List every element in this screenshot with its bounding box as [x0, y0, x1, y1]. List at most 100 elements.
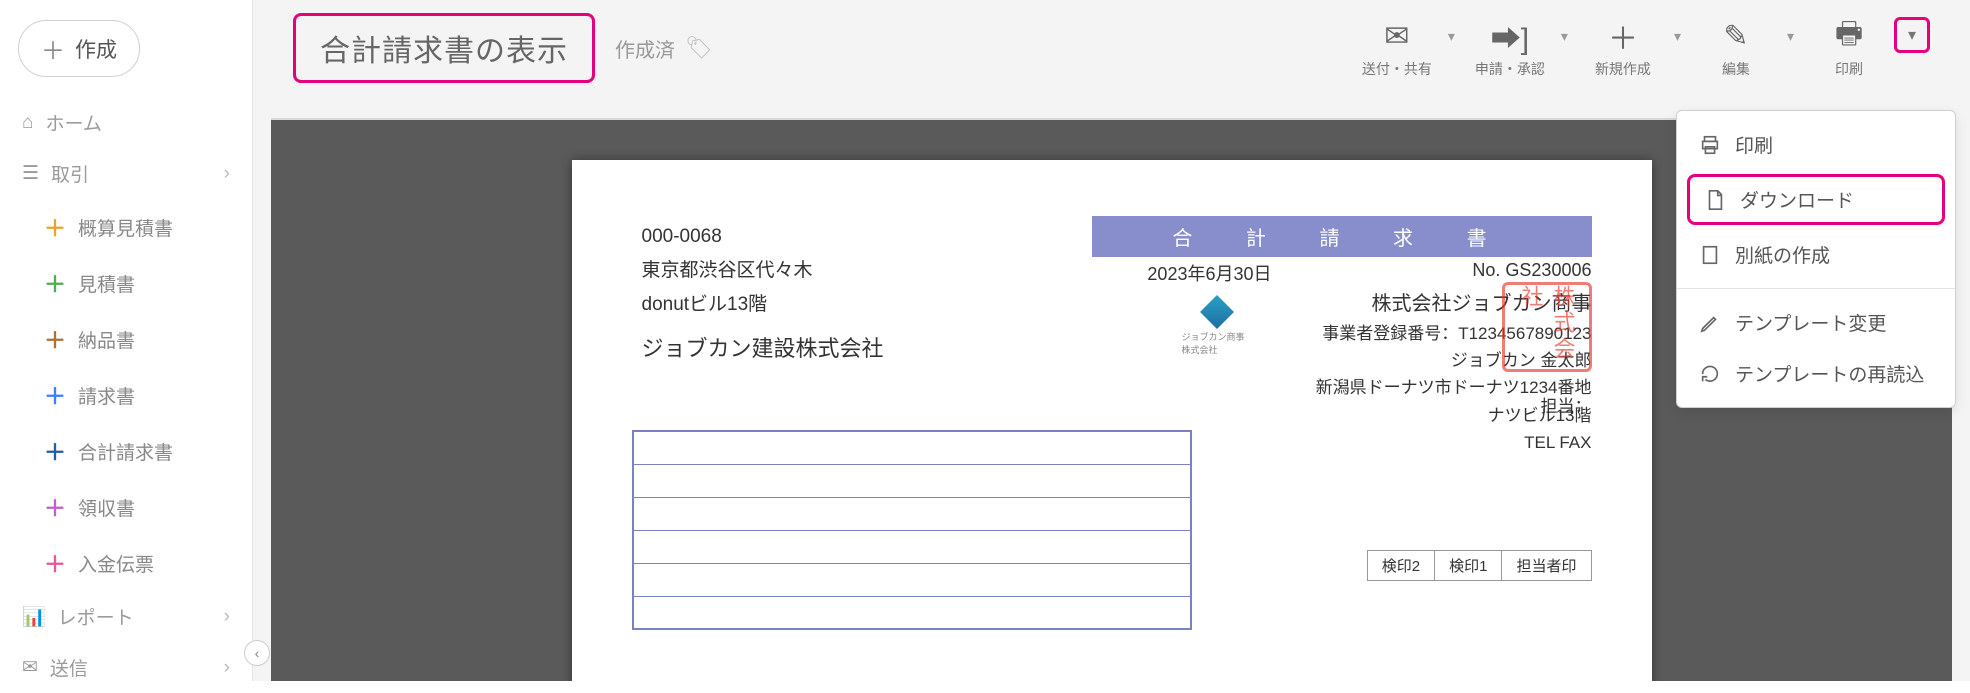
sidebar-sub-total-invoice[interactable]: ＋ 合計請求書	[0, 423, 252, 479]
sidebar-item-label: レポート	[58, 603, 134, 630]
toolbar-apply-approve[interactable]: ⮕] 申請・承認	[1465, 17, 1555, 79]
approval-stamp-table: 検印2 検印1 担当者印	[1367, 550, 1592, 581]
document-number: No. GS230006	[1472, 260, 1591, 281]
sidebar-item-label: 概算見積書	[78, 214, 173, 241]
plus-icon: ＋	[44, 267, 64, 299]
sidebar-sub-receipt[interactable]: ＋ 領収書	[0, 479, 252, 535]
company-seal: 株式会社	[1502, 282, 1592, 372]
toolbar-create-new[interactable]: ＋ 新規作成	[1578, 17, 1668, 79]
sidebar-item-label: 領収書	[78, 494, 135, 521]
document-date: 2023年6月30日	[1147, 260, 1271, 286]
sidebar-toggle-button[interactable]: ‹	[244, 640, 270, 666]
dropdown-label: テンプレート変更	[1735, 309, 1886, 336]
toolbar-print-caret[interactable]: ▾	[1894, 17, 1930, 53]
plus-icon: ＋	[44, 379, 64, 411]
printer-icon	[1699, 134, 1721, 156]
page-header: 合計請求書の表示 作成済 🏷 ✉ 送付・共有 ▾ ⮕] 申請・承認 ▾ ＋	[253, 0, 1970, 118]
dropdown-template-change[interactable]: テンプレート変更	[1677, 297, 1955, 348]
sender-contact: 担当：	[1541, 392, 1592, 417]
recipient-addr1: 東京都渋谷区代々木	[642, 254, 884, 288]
sidebar-item-label: 請求書	[78, 382, 135, 409]
sidebar-item-send[interactable]: ✉ 送信 ›	[0, 642, 252, 693]
plus-icon: ＋	[41, 31, 65, 66]
logo-cube-icon	[1200, 295, 1234, 329]
pencil-icon	[1699, 312, 1721, 334]
toolbar-send-share[interactable]: ✉ 送付・共有	[1352, 17, 1442, 79]
sidebar-list: ⌂ ホーム ☰ 取引 › ＋ 概算見積書 ＋ 見積書 ＋ 納品書 ＋ 請求書 ＋ 合計請求…	[0, 97, 252, 693]
download-icon	[1704, 189, 1726, 211]
envelope-icon: ✉	[1384, 17, 1409, 55]
document-page: 000-0068 東京都渋谷区代々木 donutビル13階 ジョブカン建設株式会…	[572, 160, 1652, 681]
toolbar-label: 新規作成	[1595, 59, 1651, 79]
plus-icon: ＋	[44, 435, 64, 467]
dropdown-template-reload[interactable]: テンプレートの再読込	[1677, 348, 1955, 399]
reload-icon	[1699, 363, 1721, 385]
toolbar-label: 申請・承認	[1475, 59, 1545, 79]
stamp-col: 検印1	[1435, 551, 1502, 581]
sidebar-item-label: 見積書	[78, 270, 135, 297]
logo-text: ジョブカン商事株式会社	[1182, 330, 1252, 356]
tag-icon[interactable]: 🏷	[685, 35, 713, 61]
plus-icon: ＋	[44, 491, 64, 523]
dropdown-label: 印刷	[1735, 131, 1773, 158]
home-icon: ⌂	[22, 112, 33, 134]
stamp-col: 担当者印	[1502, 551, 1591, 581]
recipient-block: 000-0068 東京都渋谷区代々木 donutビル13階 ジョブカン建設株式会…	[642, 220, 884, 368]
pencil-icon: ✎	[1723, 17, 1748, 55]
sidebar-item-home[interactable]: ⌂ ホーム	[0, 97, 252, 148]
chevron-right-icon: ›	[224, 657, 230, 679]
toolbar-edit[interactable]: ✎ 編集	[1691, 17, 1781, 79]
list-icon: ☰	[22, 162, 39, 185]
sidebar-item-transactions[interactable]: ☰ 取引 ›	[0, 148, 252, 199]
dropdown-download[interactable]: ダウンロード	[1687, 174, 1945, 225]
main-area: 合計請求書の表示 作成済 🏷 ✉ 送付・共有 ▾ ⮕] 申請・承認 ▾ ＋	[253, 0, 1970, 681]
sidebar-item-label: 合計請求書	[78, 438, 173, 465]
sidebar-item-label: 納品書	[78, 326, 135, 353]
page-title: 合計請求書の表示	[293, 13, 595, 83]
dropdown-print[interactable]: 印刷	[1677, 119, 1955, 170]
toolbar-print[interactable]: 🖶 印刷	[1804, 17, 1894, 79]
plus-icon: ＋	[44, 323, 64, 355]
printer-icon: 🖶	[1835, 17, 1863, 55]
company-logo: ジョブカン商事株式会社	[1182, 300, 1252, 360]
plus-icon: ＋	[44, 547, 64, 579]
plus-icon: ＋	[1608, 17, 1638, 55]
create-button[interactable]: ＋ 作成	[18, 20, 140, 77]
chevron-right-icon: ›	[224, 163, 230, 185]
sidebar-sub-rough-estimate[interactable]: ＋ 概算見積書	[0, 199, 252, 255]
sidebar-sub-delivery-note[interactable]: ＋ 納品書	[0, 311, 252, 367]
status-badge: 作成済	[615, 34, 675, 63]
toolbar-label: 送付・共有	[1362, 59, 1432, 79]
dropdown-label: 別紙の作成	[1735, 241, 1830, 268]
dropdown-label: テンプレートの再読込	[1735, 360, 1924, 387]
sender-telfax: TEL FAX	[1316, 429, 1592, 456]
caret-down-icon[interactable]: ▾	[1674, 17, 1681, 55]
caret-down-icon[interactable]: ▾	[1787, 17, 1794, 55]
sidebar-item-label: 取引	[51, 160, 89, 187]
mail-icon: ✉	[22, 656, 38, 679]
chevron-right-icon: ›	[224, 606, 230, 628]
plus-icon: ＋	[44, 211, 64, 243]
memo-box	[632, 430, 1192, 630]
recipient-addr2: donutビル13階	[642, 288, 884, 322]
sidebar-sub-estimate[interactable]: ＋ 見積書	[0, 255, 252, 311]
document-title-bar: 合 計 請 求 書	[1092, 216, 1592, 257]
page-icon	[1699, 244, 1721, 266]
report-icon: 📊	[22, 605, 46, 629]
stamp-col: 検印2	[1367, 551, 1434, 581]
sidebar-item-label: ホーム	[45, 109, 101, 136]
sidebar-item-label: 入金伝票	[78, 550, 154, 577]
forward-icon: ⮕]	[1491, 17, 1529, 55]
sidebar-sub-deposit-slip[interactable]: ＋ 入金伝票	[0, 535, 252, 591]
dropdown-label: ダウンロード	[1740, 186, 1854, 213]
caret-down-icon[interactable]: ▾	[1448, 17, 1455, 55]
recipient-name: ジョブカン建設株式会社	[642, 329, 884, 369]
dropdown-attachment[interactable]: 別紙の作成	[1677, 229, 1955, 280]
sidebar-sub-invoice[interactable]: ＋ 請求書	[0, 367, 252, 423]
recipient-postal: 000-0068	[642, 220, 884, 254]
print-dropdown: 印刷 ダウンロード 別紙の作成 テンプレート変更 テンプレートの再読込	[1676, 110, 1956, 408]
toolbar-label: 印刷	[1835, 59, 1863, 79]
sidebar-item-label: 送信	[50, 654, 88, 681]
sidebar-item-report[interactable]: 📊 レポート ›	[0, 591, 252, 642]
caret-down-icon[interactable]: ▾	[1561, 17, 1568, 55]
